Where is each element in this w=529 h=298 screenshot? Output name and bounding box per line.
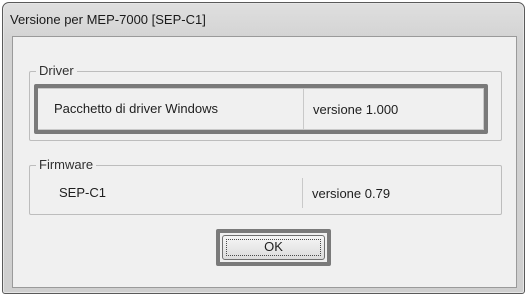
firmware-version-row: SEP-C1 versione 0.79	[37, 178, 484, 208]
driver-package-name: Pacchetto di driver Windows	[54, 101, 219, 116]
dialog-content: Driver Pacchetto di driver Windows versi…	[12, 36, 517, 288]
firmware-group-label: Firmware	[36, 157, 97, 173]
firmware-version-value: versione 0.79	[312, 186, 391, 201]
ok-button[interactable]: OK	[222, 235, 325, 260]
driver-row-divider	[303, 89, 304, 129]
dialog-window: Versione per MEP-7000 [SEP-C1] Driver Pa…	[2, 2, 525, 294]
title-bar[interactable]: Versione per MEP-7000 [SEP-C1]	[3, 3, 524, 37]
firmware-row-divider	[302, 178, 303, 208]
driver-group-label: Driver	[36, 63, 77, 79]
window-title: Versione per MEP-7000 [SEP-C1]	[10, 12, 206, 27]
driver-version-value: versione 1.000	[313, 102, 399, 117]
driver-version-row: Pacchetto di driver Windows versione 1.0…	[37, 88, 484, 130]
ok-button-label: OK	[264, 239, 283, 254]
firmware-device-name: SEP-C1	[59, 185, 106, 200]
